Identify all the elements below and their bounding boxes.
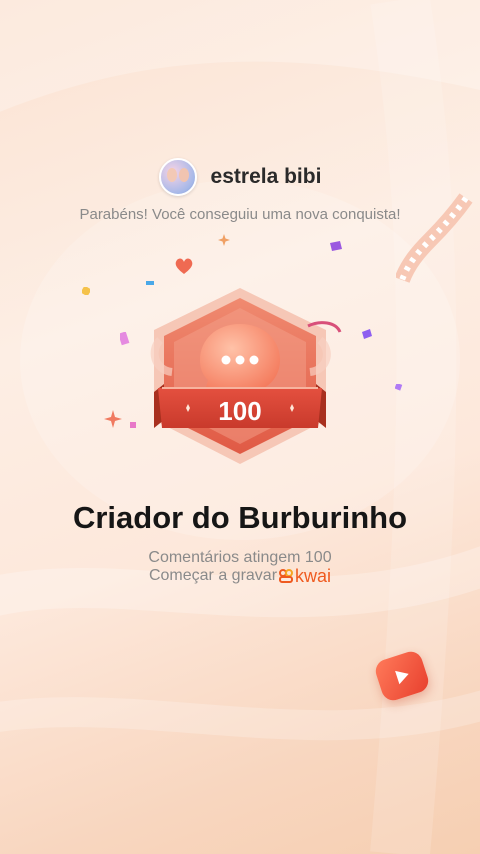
user-row: estrela bibi — [0, 158, 480, 196]
violet-confetti-2 — [395, 384, 403, 391]
play-icon — [372, 648, 432, 704]
heart-confetti — [175, 258, 193, 274]
achievement-title: Criador do Burburinho — [72, 500, 408, 535]
record-cta[interactable]: Começar a gravar kwai — [0, 567, 480, 585]
badge-number: 100 — [218, 396, 261, 426]
purple-confetti — [330, 241, 342, 251]
achievement-description-block: Comentários atingem 100 Começar a gravar… — [0, 549, 480, 585]
kwai-logo: kwai — [279, 567, 331, 585]
yellow-confetti — [82, 287, 90, 295]
username: estrela bibi — [210, 165, 322, 188]
chat-bubble-icon — [200, 324, 280, 394]
kwai-logo-icon — [279, 569, 294, 583]
achievement-badge: 100 — [150, 288, 342, 464]
film-strip-confetti — [396, 193, 473, 284]
record-label: Começar a gravar — [148, 567, 278, 584]
kwai-brand-text: kwai — [295, 566, 332, 586]
achievement-description: Comentários atingem 100 — [148, 549, 332, 566]
avatar[interactable] — [158, 158, 197, 196]
star-confetti — [218, 234, 230, 246]
